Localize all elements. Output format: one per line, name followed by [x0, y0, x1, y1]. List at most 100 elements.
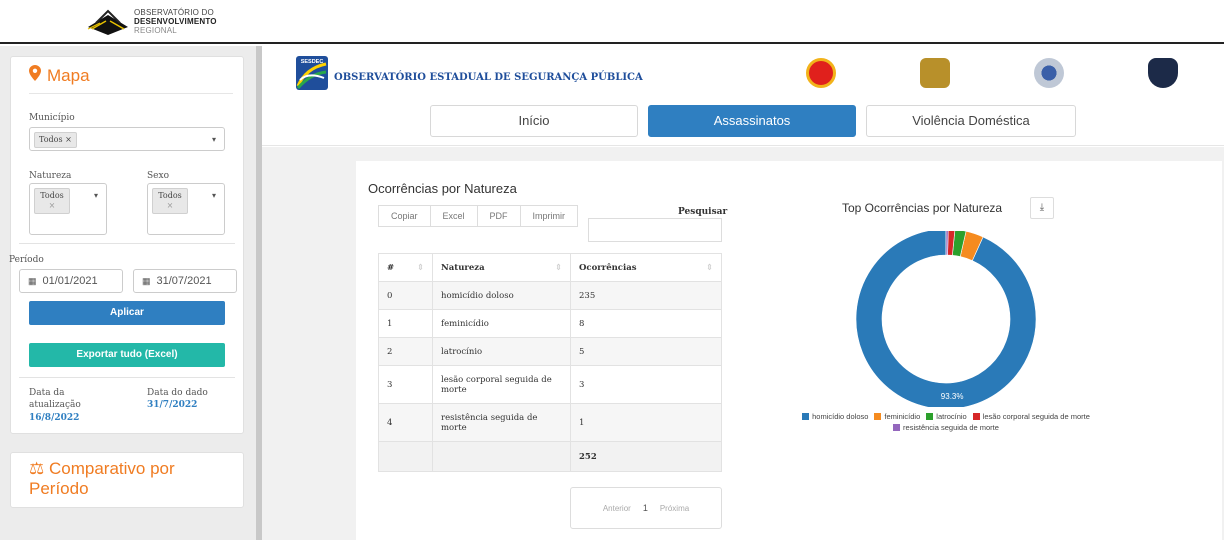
military-police-emblem-icon	[1148, 58, 1178, 88]
legend-item[interactable]: resistência seguida de morte	[893, 422, 999, 433]
table-footer-row: 252	[378, 441, 722, 472]
map-pin-icon	[29, 65, 41, 86]
legend-label: lesão corporal seguida de morte	[982, 412, 1090, 421]
cell-ocorrencias: 235	[570, 281, 722, 310]
calendar-icon: ▦	[142, 275, 151, 286]
sexo-select[interactable]: Todos × ▾	[147, 183, 225, 235]
table-row: 3 lesão corporal seguida de morte 3	[378, 365, 722, 404]
column-header-index[interactable]: # ⇕	[378, 253, 433, 282]
update-label-line-1: Data da	[29, 388, 65, 398]
copy-button[interactable]: Copiar	[378, 205, 431, 227]
top-bar: OBSERVATÓRIO DO DESENVOLVIMENTO REGIONAL	[0, 0, 1224, 44]
print-button[interactable]: Imprimir	[520, 205, 579, 227]
search-input[interactable]	[588, 218, 722, 242]
municipio-label: Município	[29, 113, 75, 123]
column-header-natureza[interactable]: Natureza ⇕	[432, 253, 571, 282]
chart-title: Top Ocorrências por Natureza	[842, 201, 1003, 215]
column-header-label: #	[387, 262, 395, 273]
brand-line-3: REGIONAL	[134, 25, 177, 35]
chevron-down-icon: ▾	[211, 135, 216, 144]
mapa-title[interactable]: Mapa	[29, 65, 90, 86]
table-row: 4 resistência seguida de morte 1	[378, 403, 722, 442]
natureza-label: Natureza	[29, 171, 72, 181]
update-label: Data da atualização	[29, 387, 81, 411]
cell-index: 0	[378, 281, 433, 310]
excel-button[interactable]: Excel	[430, 205, 478, 227]
municipio-tag[interactable]: Todos ×	[34, 132, 77, 148]
donut-slice-0[interactable]	[855, 231, 1037, 407]
apply-button[interactable]: Aplicar	[29, 301, 225, 325]
mapa-card: Mapa Município Todos × ▾ Natureza Todos …	[9, 56, 244, 434]
civil-police-emblem-icon	[920, 58, 950, 88]
main-content: Ocorrências por Natureza Copiar Excel PD…	[262, 147, 1224, 540]
legend-item[interactable]: homicídio doloso	[802, 411, 868, 422]
cell-natureza: latrocínio	[432, 337, 571, 366]
total-cell: 252	[570, 441, 722, 472]
tab-inicio[interactable]: Início	[430, 105, 638, 137]
sexo-label: Sexo	[147, 171, 169, 181]
cell-natureza: homicídio doloso	[432, 281, 571, 310]
cell-index: 4	[378, 403, 433, 442]
sesdec-badge-text: SESDEC	[301, 59, 324, 65]
next-page-button[interactable]: Próxima	[660, 504, 689, 513]
sexo-tag[interactable]: Todos ×	[152, 188, 188, 214]
donut-data-label: 93.3%	[941, 392, 964, 401]
legend-item[interactable]: lesão corporal seguida de morte	[972, 411, 1090, 422]
brand-mark-icon	[86, 5, 130, 37]
sidebar: Mapa Município Todos × ▾ Natureza Todos …	[0, 46, 256, 540]
date-end-input[interactable]: ▦ 31/07/2021	[133, 269, 237, 293]
legend-label: resistência seguida de morte	[903, 423, 999, 432]
cell-index: 2	[378, 337, 433, 366]
data-value: 31/7/2022	[147, 400, 198, 410]
column-header-label: Natureza	[441, 262, 485, 273]
municipio-select[interactable]: Todos × ▾	[29, 127, 225, 151]
sort-icon: ⇕	[416, 262, 424, 273]
donut-slice-4[interactable]	[945, 231, 949, 256]
divider	[19, 377, 235, 378]
remove-tag-icon[interactable]: ×	[157, 201, 183, 211]
column-header-ocorrencias[interactable]: Ocorrências ⇕	[570, 253, 722, 282]
cell-index: 3	[378, 365, 433, 404]
mapa-title-text: Mapa	[47, 65, 90, 85]
divider	[19, 243, 235, 244]
state-emblem-icon	[1034, 58, 1064, 88]
export-excel-button[interactable]: Exportar tudo (Excel)	[29, 343, 225, 367]
main-header: SESDEC OBSERVATÓRIO ESTADUAL DE SEGURANÇ…	[262, 46, 1224, 146]
tab-violencia-domestica[interactable]: Violência Doméstica	[866, 105, 1076, 137]
cell-ocorrencias: 5	[570, 337, 722, 366]
brand-line-1: OBSERVATÓRIO DO	[134, 7, 214, 17]
comparativo-card[interactable]: ⚖ Comparativo por Período	[10, 452, 244, 508]
cell-ocorrencias: 3	[570, 365, 722, 404]
current-page-button[interactable]: 1	[643, 503, 648, 513]
page-title: OBSERVATÓRIO ESTADUAL DE SEGURANÇA PÚBLI…	[334, 72, 643, 83]
date-end-value: 31/07/2021	[156, 275, 212, 287]
cell-ocorrencias: 1	[570, 403, 722, 442]
comparativo-title-line-1: Comparativo por	[48, 459, 175, 478]
chevron-down-icon: ▾	[93, 191, 98, 200]
pagination: Anterior 1 Próxima	[570, 487, 722, 529]
legend-swatch	[874, 413, 882, 420]
download-button[interactable]: ⤓	[1030, 197, 1054, 219]
table-header-row: # ⇕ Natureza ⇕ Ocorrências ⇕	[378, 253, 722, 282]
pdf-button[interactable]: PDF	[477, 205, 521, 227]
update-value: 16/8/2022	[29, 413, 80, 423]
legend-label: latrocínio	[936, 412, 967, 421]
date-start-input[interactable]: ▦ 01/01/2021	[19, 269, 123, 293]
calendar-icon: ▦	[28, 275, 37, 286]
previous-page-button[interactable]: Anterior	[603, 504, 631, 513]
search-label: Pesquisar	[678, 207, 728, 217]
legend-item[interactable]: latrocínio	[926, 411, 967, 422]
table-row: 1 feminicídio 8	[378, 309, 722, 338]
tab-assassinatos[interactable]: Assassinatos	[648, 105, 856, 137]
table-row: 0 homicídio doloso 235	[378, 281, 722, 310]
date-start-value: 01/01/2021	[42, 275, 98, 287]
table-title: Ocorrências por Natureza	[368, 181, 517, 196]
natureza-tag[interactable]: Todos ×	[34, 188, 70, 214]
cell-natureza: resistência seguida de morte	[432, 403, 571, 442]
brand-text: OBSERVATÓRIO DO DESENVOLVIMENTO REGIONAL	[134, 8, 217, 35]
brand-logo[interactable]: OBSERVATÓRIO DO DESENVOLVIMENTO REGIONAL	[86, 5, 217, 37]
cell-natureza: lesão corporal seguida de morte	[432, 365, 571, 404]
legend-item[interactable]: feminicídio	[874, 411, 920, 422]
natureza-select[interactable]: Todos × ▾	[29, 183, 107, 235]
remove-tag-icon[interactable]: ×	[39, 201, 65, 211]
